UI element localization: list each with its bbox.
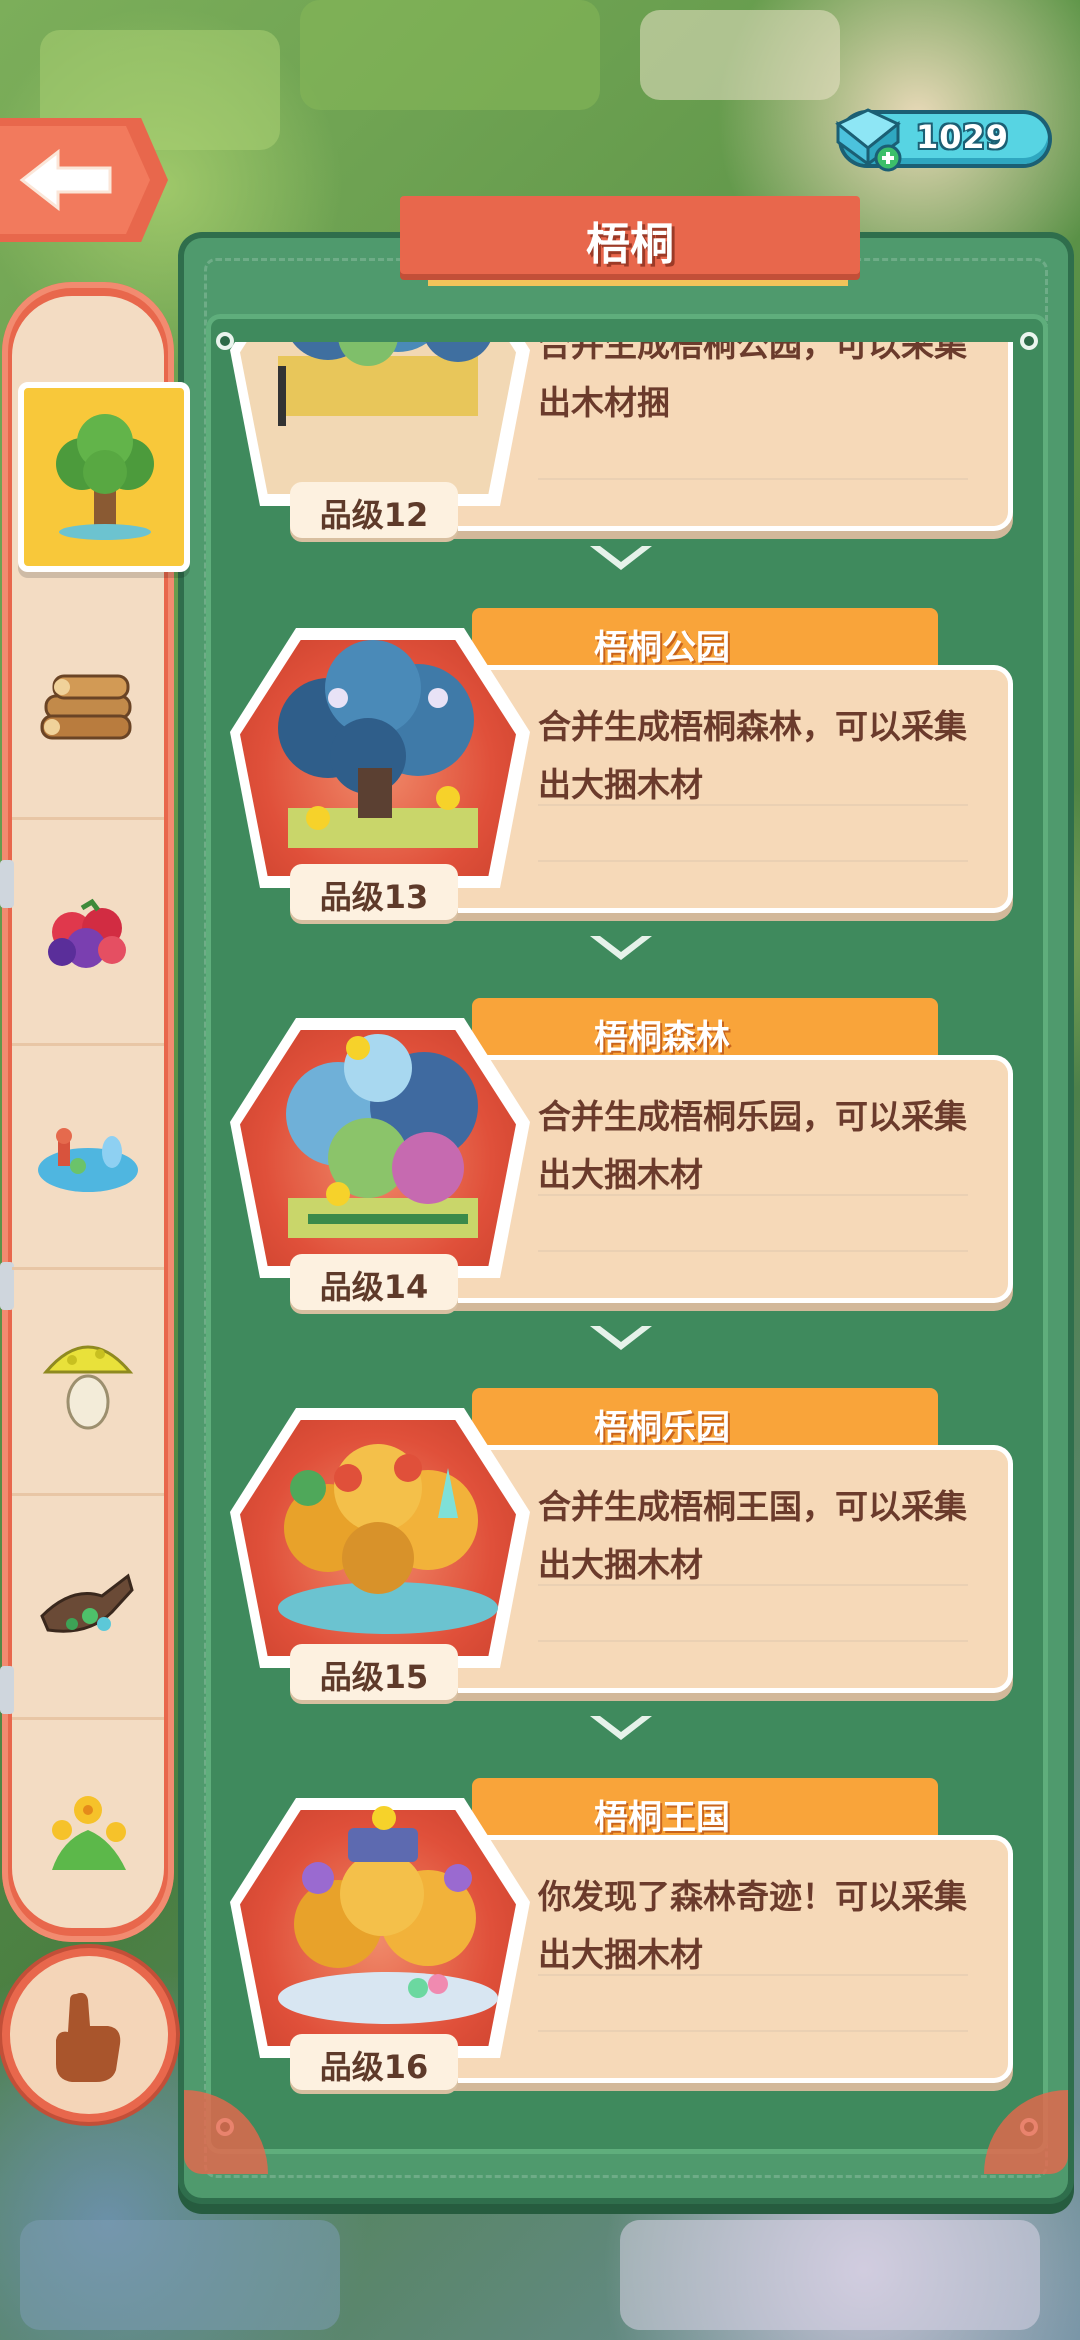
list-item[interactable]: 合并生成梧桐公园，可以采集出木材捆 品级12 — [222, 342, 1026, 538]
pond-icon — [38, 1128, 138, 1192]
tree-forest-art — [286, 1034, 478, 1238]
hand-pointer-icon — [56, 1992, 121, 2082]
list-item[interactable]: 梧桐王国 你发现了森林奇迹！可以采集出大捆木材 品级16 — [222, 1778, 1026, 2090]
sidebar-item-tree[interactable] — [18, 382, 190, 572]
item-description: 合并生成梧桐公园，可以采集出木材捆 — [538, 342, 967, 422]
grade-label: 品级15 — [319, 1658, 429, 1696]
grade-label: 品级14 — [319, 1268, 429, 1306]
mushroom-icon — [42, 1345, 134, 1430]
item-description: 合并生成梧桐森林，可以采集出大捆木材 — [538, 707, 967, 804]
grade-badge: 品级12 — [290, 482, 458, 538]
arrow-left-icon — [19, 148, 112, 212]
item-description: 你发现了森林奇迹！可以采集出大捆木材 — [538, 1877, 967, 1974]
sidebar-item-stump[interactable] — [12, 1496, 164, 1720]
sidebar-item-logs[interactable] — [12, 596, 164, 820]
sidebar-item-flowers[interactable] — [12, 1720, 164, 1944]
item-name: 梧桐乐园 — [594, 1408, 730, 1448]
tree-paradise-art — [278, 1444, 498, 1634]
chevron-down-icon — [590, 936, 652, 960]
item-description: 合并生成梧桐乐园，可以采集出大捆木材 — [538, 1097, 967, 1194]
back-button[interactable] — [0, 118, 168, 242]
grade-badge: 品级15 — [290, 1644, 458, 1700]
tree-park-art — [278, 640, 478, 848]
sidebar-item-berries[interactable] — [12, 822, 164, 1046]
sidebar-item-pond[interactable] — [12, 1046, 164, 1270]
list-item[interactable]: 梧桐乐园 合并生成梧桐王国，可以采集出大捆木材 品级15 — [222, 1388, 1026, 1700]
grade-label: 品级12 — [319, 496, 429, 534]
grade-label: 品级16 — [319, 2048, 429, 2086]
item-name: 梧桐森林 — [594, 1018, 730, 1058]
title-ribbon: 梧桐 — [400, 196, 860, 274]
chevron-down-icon — [590, 1326, 652, 1350]
stump-icon — [40, 1573, 134, 1633]
item-description: 合并生成梧桐王国，可以采集出大捆木材 — [538, 1487, 967, 1584]
gem-count: 1029 — [916, 118, 1010, 156]
item-name: 梧桐王国 — [594, 1798, 730, 1838]
hand-pointer-button[interactable] — [10, 1956, 168, 2114]
sidebar-item-mushroom[interactable] — [12, 1272, 164, 1496]
chevron-down-icon — [590, 546, 652, 570]
grade-label: 品级13 — [319, 878, 429, 916]
tree-kingdom-art — [278, 1806, 498, 2024]
gem-icon — [835, 108, 902, 172]
page-title: 梧桐 — [586, 219, 674, 270]
chevron-down-icon — [590, 1716, 652, 1740]
grade-badge: 品级13 — [290, 864, 458, 920]
list-item[interactable]: 梧桐公园 合并生成梧桐森林，可以采集出大捆木材 品级13 — [222, 608, 1026, 920]
logs-icon — [40, 674, 132, 740]
berries-icon — [48, 898, 126, 968]
item-name: 梧桐公园 — [594, 628, 730, 668]
list-item[interactable]: 梧桐森林 合并生成梧桐乐园，可以采集出大捆木材 品级14 — [222, 998, 1026, 1310]
tree-icon — [56, 414, 154, 540]
grade-badge: 品级16 — [290, 2034, 458, 2090]
item-list[interactable]: 合并生成梧桐公园，可以采集出木材捆 品级12 梧桐公园 合并生成梧桐森林，可以采… — [222, 342, 1026, 2122]
flowers-icon — [52, 1796, 126, 1870]
grade-badge: 品级14 — [290, 1254, 458, 1310]
